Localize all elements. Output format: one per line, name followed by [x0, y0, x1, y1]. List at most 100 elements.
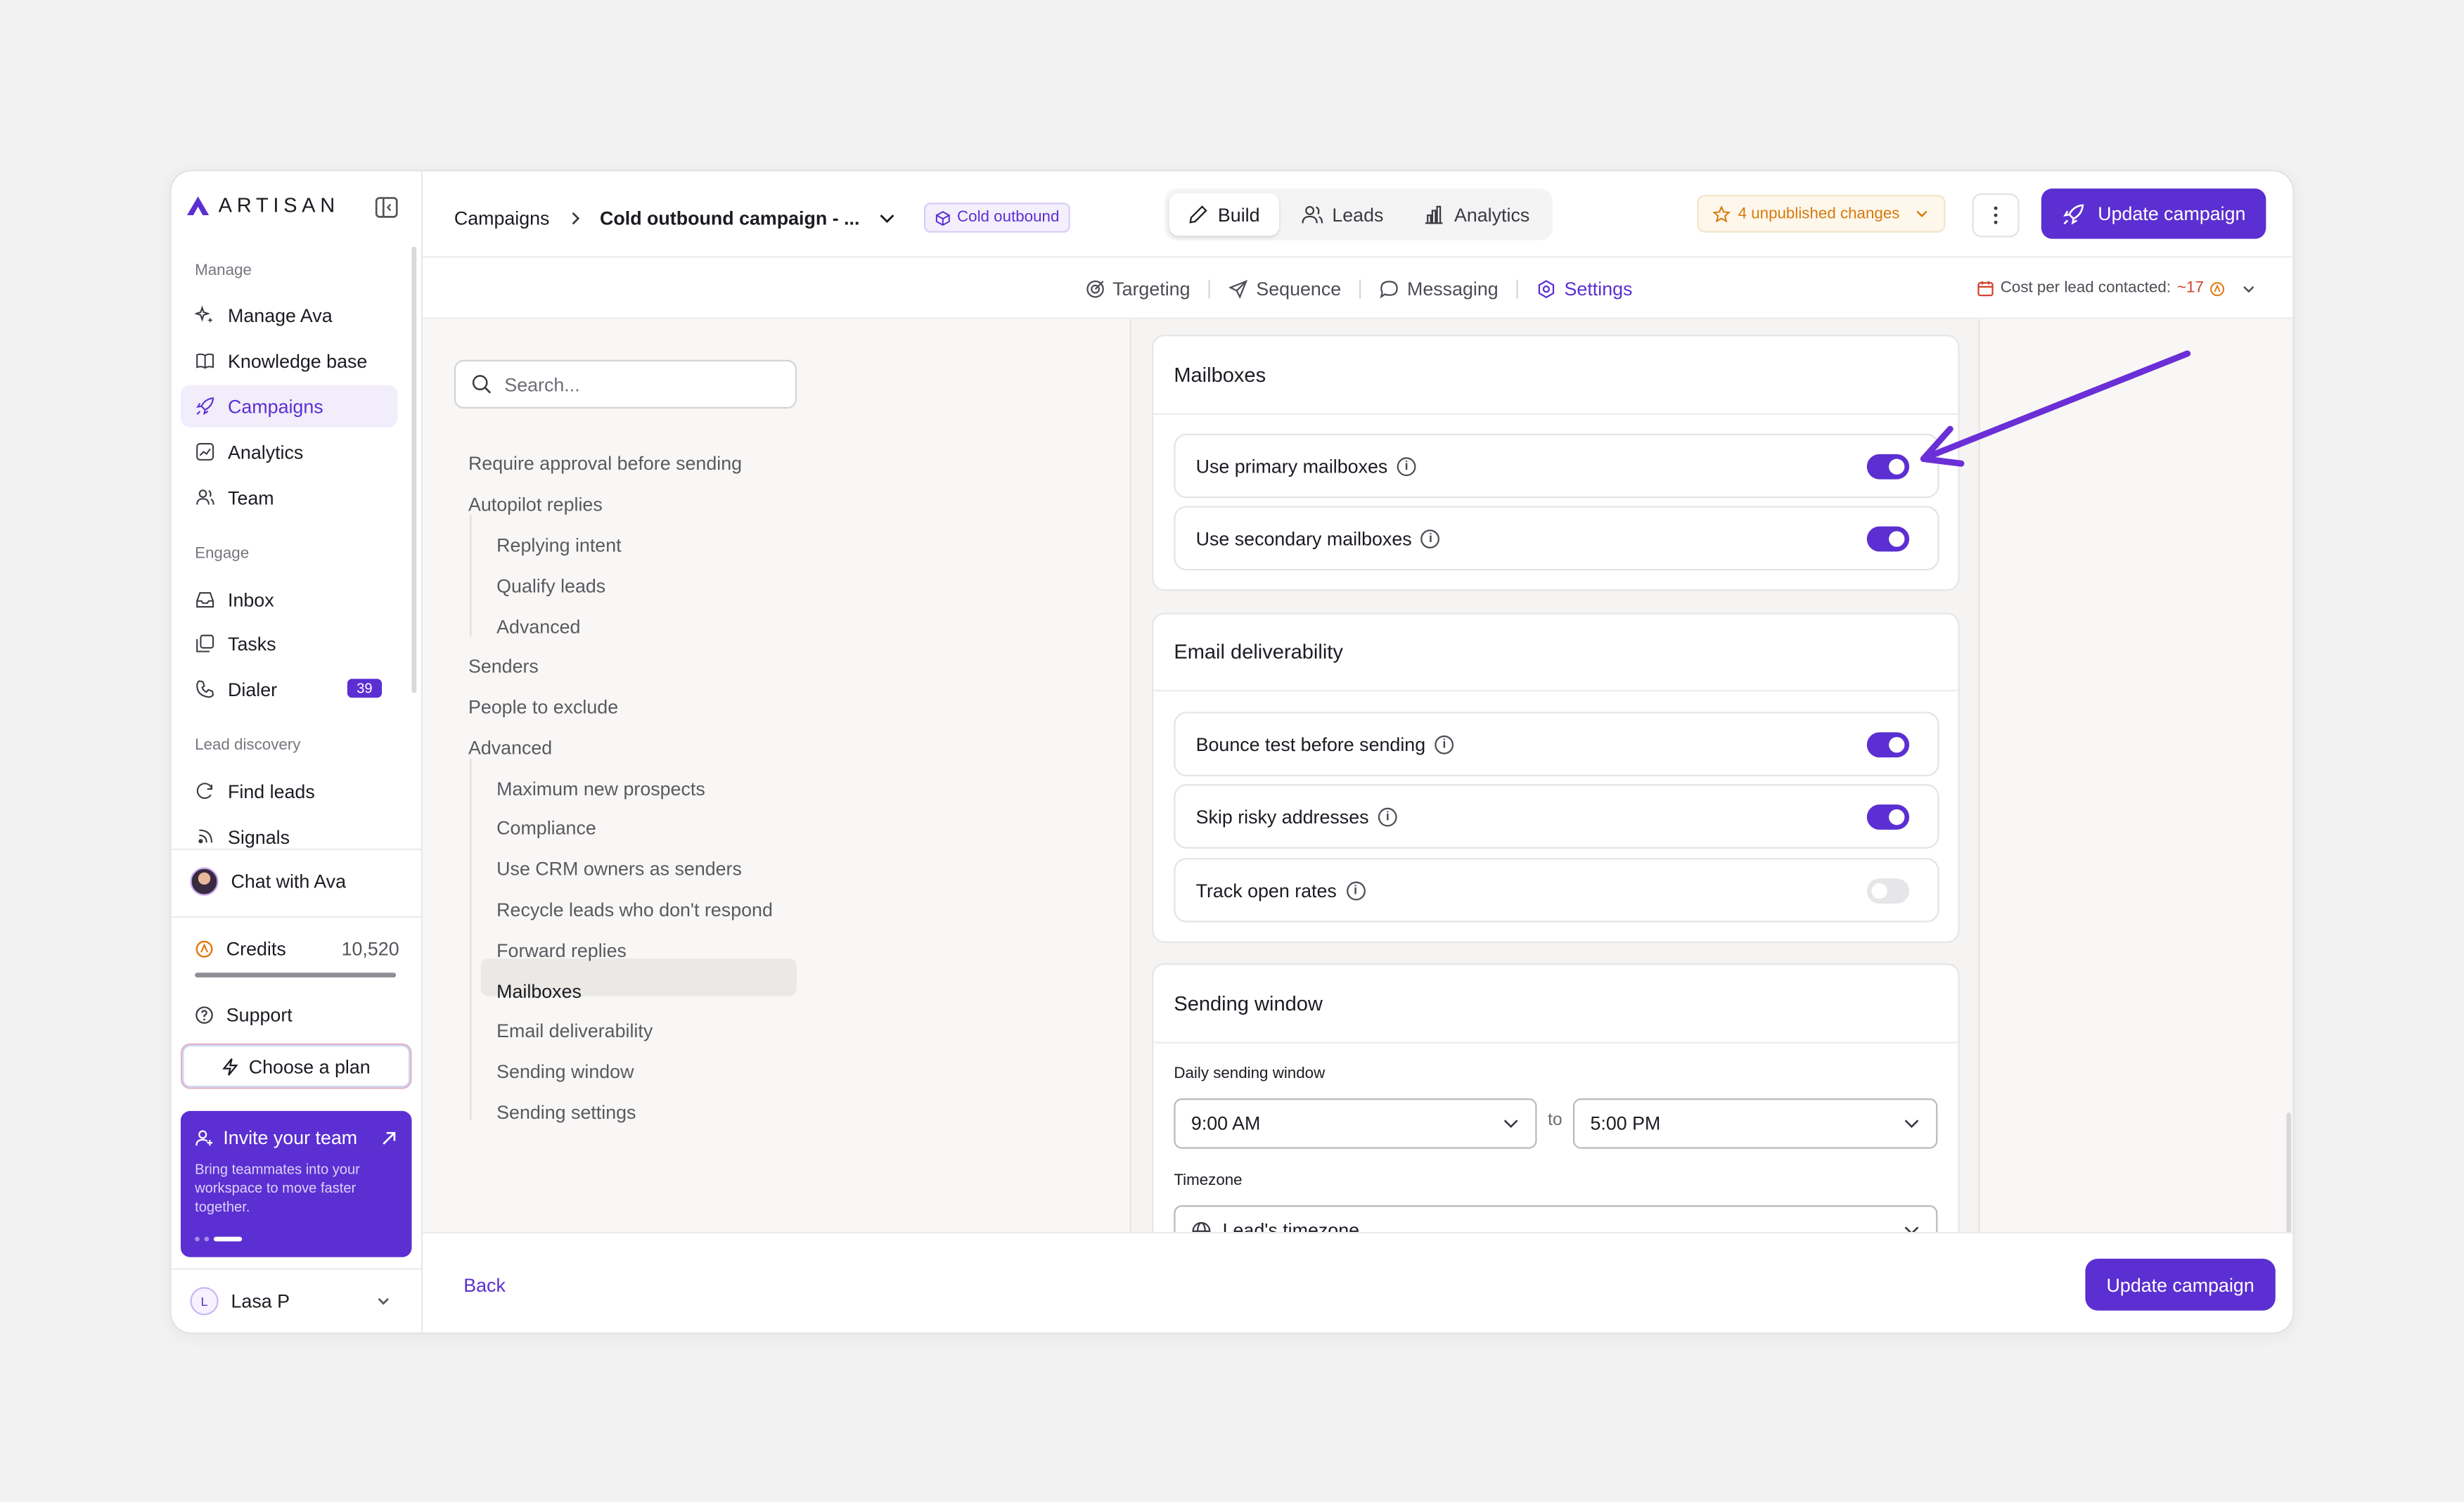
- carousel-dot[interactable]: [204, 1236, 210, 1242]
- start-time-value: 9:00 AM: [1191, 1112, 1261, 1135]
- content-scrollbar[interactable]: [2286, 1112, 2292, 1233]
- tab-messaging[interactable]: Messaging: [1380, 278, 1499, 300]
- campaign-type-tag: Cold outbound: [924, 203, 1071, 233]
- track-open-rates-toggle[interactable]: [1866, 878, 1910, 904]
- toc-item-maximum-new-prospects[interactable]: Maximum new prospects: [496, 778, 705, 800]
- user-menu[interactable]: L Lasa P: [190, 1287, 391, 1316]
- use-primary-mailboxes-row: Use primary mailboxes i: [1174, 433, 1939, 499]
- sidebar-item-inbox[interactable]: Inbox: [181, 578, 397, 620]
- timezone-select[interactable]: Lead's timezone: [1174, 1205, 1938, 1233]
- invite-team-card[interactable]: Invite your team Bring teammates into yo…: [180, 1110, 412, 1257]
- settings-search-input[interactable]: Search...: [454, 359, 797, 409]
- credits-row[interactable]: Credits 10,520: [195, 938, 399, 960]
- toc-item-require-approval[interactable]: Require approval before sending: [468, 453, 742, 475]
- toc-item-recycle-leads[interactable]: Recycle leads who don't respond: [496, 899, 773, 920]
- invite-title: Invite your team: [223, 1126, 358, 1149]
- toc-item-advanced-autopilot[interactable]: Advanced: [496, 616, 580, 638]
- tab-leads[interactable]: Leads: [1282, 193, 1402, 236]
- sidebar-item-knowledge-base[interactable]: Knowledge base: [181, 340, 397, 382]
- sidebar-scrollbar[interactable]: [411, 246, 417, 693]
- info-icon[interactable]: i: [1421, 528, 1440, 548]
- update-campaign-button-top[interactable]: Update campaign: [2041, 188, 2266, 239]
- toc-item-replying-intent[interactable]: Replying intent: [496, 534, 621, 556]
- breadcrumb-campaigns[interactable]: Campaigns: [454, 207, 550, 229]
- globe-icon: [1192, 1221, 1211, 1233]
- toc-item-qualify-leads[interactable]: Qualify leads: [496, 575, 605, 597]
- arrow-up-right-icon[interactable]: [380, 1129, 398, 1147]
- sidebar-item-tasks[interactable]: Tasks: [181, 622, 397, 665]
- carousel-dots[interactable]: [195, 1236, 243, 1242]
- info-icon[interactable]: i: [1435, 734, 1454, 754]
- users-icon: [1301, 205, 1323, 224]
- chat-with-ava[interactable]: Chat with Ava: [190, 867, 346, 896]
- end-time-select[interactable]: 5:00 PM: [1572, 1098, 1938, 1149]
- gear-icon: [1539, 280, 1555, 299]
- carousel-dot-active[interactable]: [213, 1236, 243, 1242]
- toc-item-sending-window[interactable]: Sending window: [496, 1060, 634, 1082]
- tab-separator: [1517, 279, 1519, 299]
- message-icon: [1380, 281, 1399, 299]
- skip-risky-addresses-toggle[interactable]: [1866, 804, 1910, 830]
- chevron-down-icon: [378, 1298, 389, 1305]
- toc-item-people-to-exclude[interactable]: People to exclude: [468, 696, 618, 718]
- section-label-engage: Engage: [195, 545, 250, 563]
- choose-plan-button[interactable]: Choose a plan: [180, 1043, 412, 1089]
- toc-item-email-deliverability[interactable]: Email deliverability: [496, 1020, 653, 1041]
- toc-item-mailboxes[interactable]: Mailboxes: [496, 980, 582, 1002]
- sidebar-item-signals[interactable]: Signals: [181, 816, 397, 858]
- bounce-test-toggle[interactable]: [1866, 732, 1910, 758]
- unpublished-changes-dropdown[interactable]: 4 unpublished changes: [1697, 195, 1946, 233]
- sidebar-item-campaigns[interactable]: Campaigns: [180, 385, 398, 428]
- tab-settings[interactable]: Settings: [1538, 278, 1632, 300]
- sidebar-item-label: Signals: [228, 826, 290, 848]
- sidebar-item-analytics[interactable]: Analytics: [181, 430, 397, 473]
- user-avatar: L: [190, 1287, 219, 1316]
- tab-analytics[interactable]: Analytics: [1406, 193, 1548, 236]
- toc-item-autopilot-replies[interactable]: Autopilot replies: [468, 494, 603, 515]
- sidebar-item-team[interactable]: Team: [181, 476, 397, 518]
- support-link[interactable]: Support: [195, 1004, 293, 1026]
- start-time-select[interactable]: 9:00 AM: [1174, 1098, 1537, 1149]
- daily-sending-window-label: Daily sending window: [1174, 1065, 1326, 1083]
- toc-item-forward-replies[interactable]: Forward replies: [496, 939, 627, 961]
- update-campaign-button-bottom[interactable]: Update campaign: [2085, 1258, 2276, 1311]
- collapse-sidebar-icon[interactable]: [374, 195, 399, 220]
- sub-navigation: Targeting Sequence Messaging Settings Co…: [423, 257, 2293, 319]
- more-vertical-icon: [1994, 206, 1998, 224]
- brand-logo[interactable]: ARTISAN: [186, 193, 340, 217]
- sidebar-item-label: Tasks: [228, 632, 276, 655]
- ava-avatar: [190, 867, 219, 896]
- info-icon[interactable]: i: [1378, 807, 1397, 826]
- back-button[interactable]: Back: [463, 1274, 506, 1296]
- timezone-value: Lead's timezone: [1222, 1219, 1360, 1233]
- sidebar-item-manage-ava[interactable]: Manage Ava: [181, 294, 397, 336]
- tab-targeting[interactable]: Targeting: [1086, 278, 1191, 300]
- chevron-down-icon: [1503, 1119, 1518, 1129]
- info-icon[interactable]: i: [1346, 880, 1366, 900]
- toc-item-crm-owners[interactable]: Use CRM owners as senders: [496, 858, 742, 880]
- mailboxes-card: Mailboxes Use primary mailboxes i Use se…: [1152, 334, 1960, 591]
- toc-item-compliance[interactable]: Compliance: [496, 817, 596, 839]
- toc-item-senders[interactable]: Senders: [468, 655, 539, 677]
- tab-sequence[interactable]: Sequence: [1229, 278, 1341, 300]
- sidebar-item-label: Inbox: [228, 588, 274, 611]
- toc-item-advanced[interactable]: Advanced: [468, 737, 552, 759]
- card-divider: [1153, 413, 1958, 415]
- skip-risky-addresses-row: Skip risky addresses i: [1174, 784, 1939, 849]
- sidebar-divider: [171, 916, 423, 918]
- carousel-dot[interactable]: [195, 1236, 200, 1242]
- toc-item-sending-settings[interactable]: Sending settings: [496, 1102, 636, 1124]
- chevron-down-icon[interactable]: [878, 210, 896, 225]
- breadcrumb-campaign-name[interactable]: Cold outbound campaign - ...: [600, 207, 859, 229]
- tab-build[interactable]: Build: [1169, 193, 1279, 236]
- add-user-icon: [195, 1130, 213, 1146]
- info-icon[interactable]: i: [1397, 456, 1416, 475]
- search-placeholder: Search...: [504, 373, 580, 396]
- sidebar-item-find-leads[interactable]: Find leads: [181, 770, 397, 812]
- sidebar-item-dialer[interactable]: Dialer 39: [181, 668, 397, 710]
- use-secondary-mailboxes-toggle[interactable]: [1866, 526, 1910, 552]
- more-options-button[interactable]: [1972, 193, 2020, 238]
- card-divider: [1153, 1041, 1958, 1044]
- track-open-rates-row: Track open rates i: [1174, 858, 1939, 923]
- cost-per-lead[interactable]: Cost per lead contacted: ~17: [1977, 280, 2257, 297]
